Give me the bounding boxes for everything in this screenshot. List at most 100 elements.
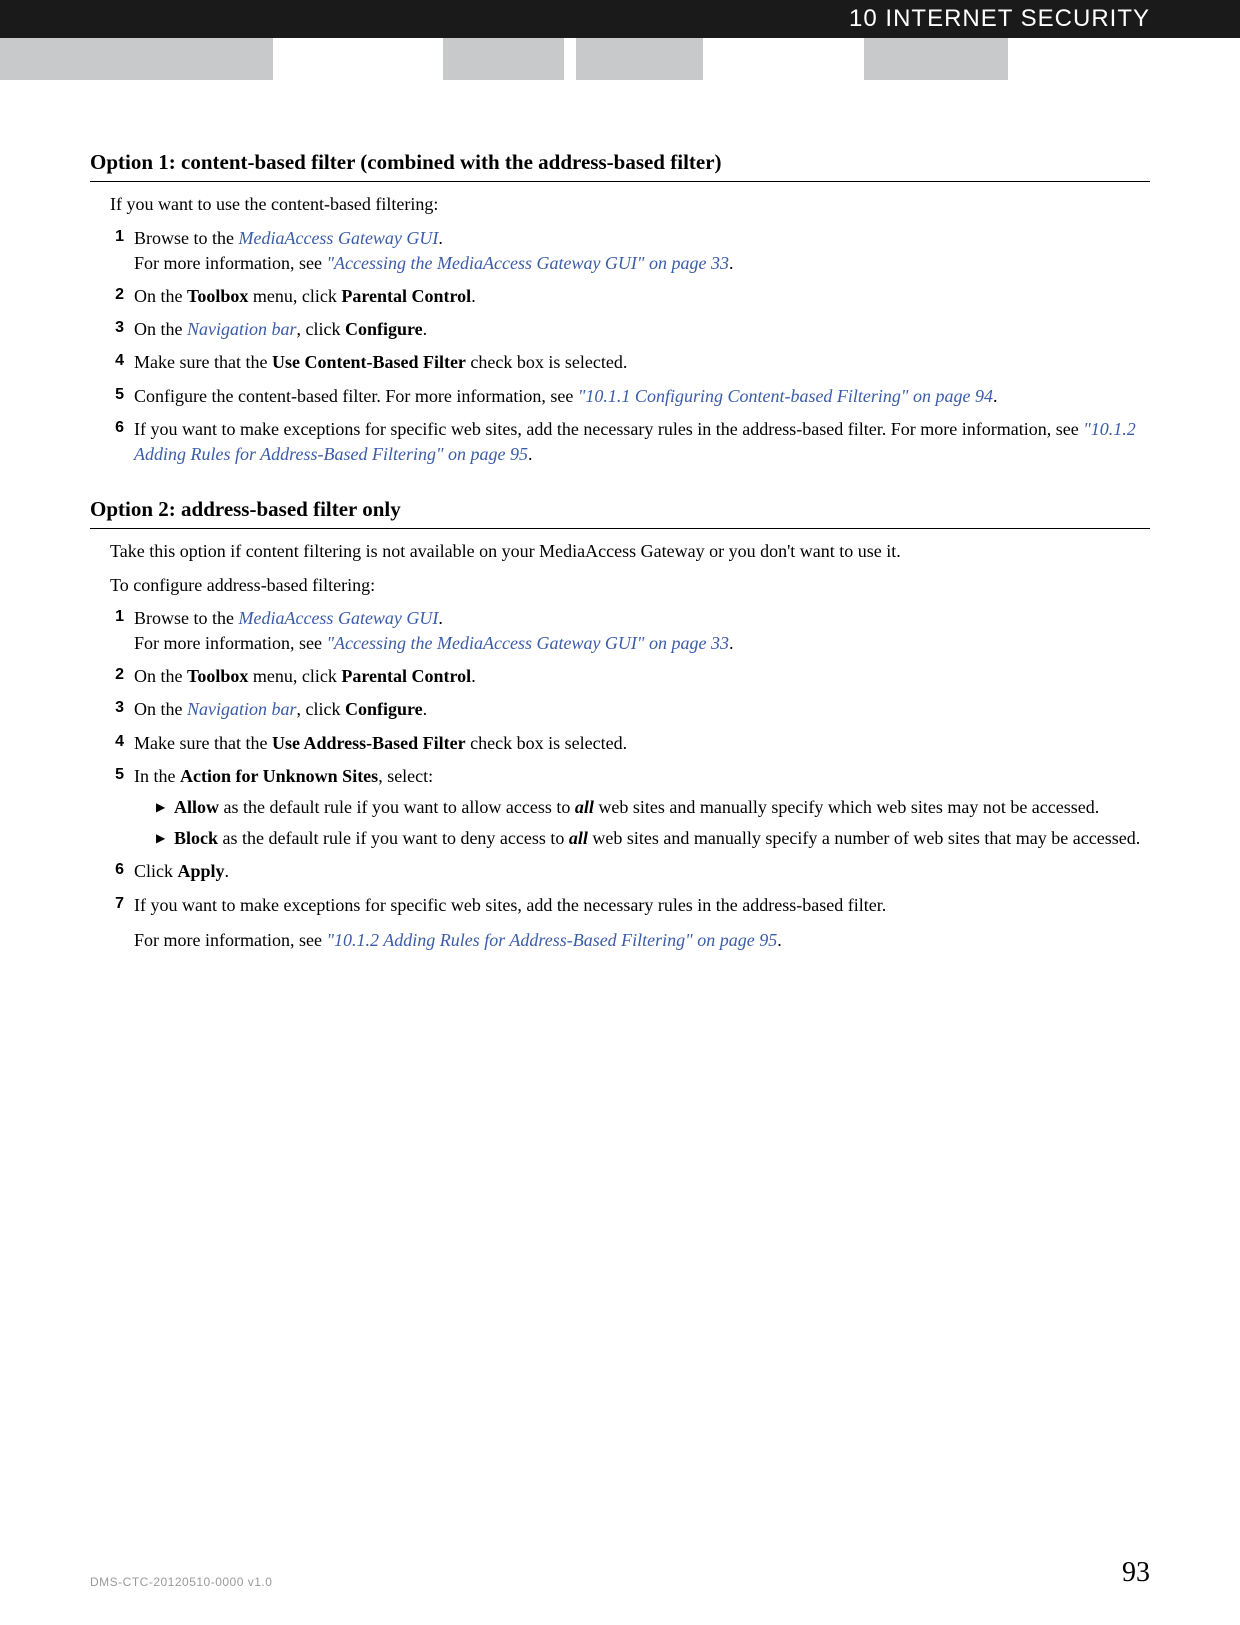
step-number: 6 xyxy=(110,417,134,467)
bold-text: Use Content-Based Filter xyxy=(272,352,466,372)
tab-strip xyxy=(0,38,1240,80)
text: . xyxy=(438,608,443,628)
option2-heading: Option 2: address-based filter only xyxy=(90,495,1150,529)
link-nav-bar[interactable]: Navigation bar xyxy=(187,319,297,339)
step-body: Make sure that the Use Address-Based Fil… xyxy=(134,731,1150,756)
text: , select: xyxy=(378,766,433,786)
sublist: ▶ Allow as the default rule if you want … xyxy=(156,795,1150,851)
option1-steps: 1 Browse to the MediaAccess Gateway GUI.… xyxy=(110,226,1150,468)
text: In the xyxy=(134,766,180,786)
document-id: DMS-CTC-20120510-0000 v1.0 xyxy=(90,1575,272,1589)
text: Make sure that the xyxy=(134,733,272,753)
text: menu, click xyxy=(248,666,341,686)
step-body: Browse to the MediaAccess Gateway GUI. F… xyxy=(134,226,1150,276)
bold-text: Configure xyxy=(345,699,423,719)
bold-text: Apply xyxy=(178,861,225,881)
bold-text: Toolbox xyxy=(187,666,248,686)
tab-block xyxy=(864,38,1008,80)
text: check box is selected. xyxy=(466,352,627,372)
page-header: 10 INTERNET SECURITY xyxy=(0,0,1240,38)
option2-intro2: To configure address-based filtering: xyxy=(110,573,1150,598)
list-item: 4 Make sure that the Use Address-Based F… xyxy=(110,731,1150,756)
step-number: 3 xyxy=(110,697,134,722)
list-item: 3 On the Navigation bar, click Configure… xyxy=(110,317,1150,342)
step-body: In the Action for Unknown Sites, select:… xyxy=(134,764,1150,852)
list-item: 6 If you want to make exceptions for spe… xyxy=(110,417,1150,467)
text: If you want to make exceptions for speci… xyxy=(134,419,1083,439)
bold-text: Use Address-Based Filter xyxy=(272,733,466,753)
text: For more information, see xyxy=(134,253,326,273)
bold-text: Toolbox xyxy=(187,286,248,306)
link-mediaaccess-gui[interactable]: MediaAccess Gateway GUI xyxy=(238,228,438,248)
link-content-filtering[interactable]: "10.1.1 Configuring Content-based Filter… xyxy=(578,386,993,406)
page-content: Option 1: content-based filter (combined… xyxy=(0,80,1240,953)
step-body: On the Navigation bar, click Configure. xyxy=(134,697,1150,722)
text: . xyxy=(993,386,998,406)
bold-text: Parental Control xyxy=(341,286,471,306)
list-item: 6 Click Apply. xyxy=(110,859,1150,884)
tab-block xyxy=(576,38,703,80)
text: Make sure that the xyxy=(134,352,272,372)
sublist-item: ▶ Block as the default rule if you want … xyxy=(156,826,1150,851)
bold-text: Block xyxy=(174,828,218,848)
text: , click xyxy=(297,699,345,719)
page-number: 93 xyxy=(1122,1557,1150,1589)
text: . xyxy=(471,666,476,686)
step-number: 7 xyxy=(110,893,134,953)
step-number: 4 xyxy=(110,731,134,756)
step-body: On the Toolbox menu, click Parental Cont… xyxy=(134,284,1150,309)
tab-gap xyxy=(703,38,864,80)
text: as the default rule if you want to deny … xyxy=(218,828,569,848)
sublist-item: ▶ Allow as the default rule if you want … xyxy=(156,795,1150,820)
text: , click xyxy=(297,319,345,339)
option1-intro: If you want to use the content-based fil… xyxy=(110,192,1150,217)
link-mediaaccess-gui[interactable]: MediaAccess Gateway GUI xyxy=(238,608,438,628)
tab-block xyxy=(134,38,273,80)
list-item: 4 Make sure that the Use Content-Based F… xyxy=(110,350,1150,375)
text: check box is selected. xyxy=(466,733,627,753)
tab-block xyxy=(443,38,564,80)
link-address-filtering[interactable]: "10.1.2 Adding Rules for Address-Based F… xyxy=(326,930,777,950)
list-item: 7 If you want to make exceptions for spe… xyxy=(110,893,1150,953)
option1-heading: Option 1: content-based filter (combined… xyxy=(90,148,1150,182)
step-body: Click Apply. xyxy=(134,859,1150,884)
text: For more information, see xyxy=(134,633,326,653)
bold-italic-text: all xyxy=(569,828,588,848)
text: . xyxy=(423,699,428,719)
step-body: On the Navigation bar, click Configure. xyxy=(134,317,1150,342)
step-number: 1 xyxy=(110,606,134,656)
link-accessing-gui[interactable]: "Accessing the MediaAccess Gateway GUI" … xyxy=(326,253,729,273)
list-item: 3 On the Navigation bar, click Configure… xyxy=(110,697,1150,722)
step-body: If you want to make exceptions for speci… xyxy=(134,417,1150,467)
text: Configure the content-based filter. For … xyxy=(134,386,578,406)
text: Browse to the xyxy=(134,608,238,628)
text: . xyxy=(438,228,443,248)
list-item: 2 On the Toolbox menu, click Parental Co… xyxy=(110,664,1150,689)
step-body: Configure the content-based filter. For … xyxy=(134,384,1150,409)
list-item: 2 On the Toolbox menu, click Parental Co… xyxy=(110,284,1150,309)
text: If you want to make exceptions for speci… xyxy=(134,895,886,915)
text: . xyxy=(729,253,734,273)
step-number: 4 xyxy=(110,350,134,375)
text: Click xyxy=(134,861,178,881)
bold-italic-text: all xyxy=(575,797,594,817)
page-footer: DMS-CTC-20120510-0000 v1.0 93 xyxy=(90,1557,1150,1589)
text: as the default rule if you want to allow… xyxy=(219,797,575,817)
step-number: 6 xyxy=(110,859,134,884)
step-number: 1 xyxy=(110,226,134,276)
link-nav-bar[interactable]: Navigation bar xyxy=(187,699,297,719)
bold-text: Allow xyxy=(174,797,219,817)
text: . xyxy=(528,444,533,464)
option2-steps: 1 Browse to the MediaAccess Gateway GUI.… xyxy=(110,606,1150,953)
text: For more information, see xyxy=(134,930,326,950)
link-accessing-gui[interactable]: "Accessing the MediaAccess Gateway GUI" … xyxy=(326,633,729,653)
list-item: 1 Browse to the MediaAccess Gateway GUI.… xyxy=(110,606,1150,656)
text: . xyxy=(423,319,428,339)
step-body: Browse to the MediaAccess Gateway GUI. F… xyxy=(134,606,1150,656)
text: menu, click xyxy=(248,286,341,306)
bold-text: Parental Control xyxy=(341,666,471,686)
step-number: 2 xyxy=(110,284,134,309)
step-number: 5 xyxy=(110,384,134,409)
step-body: On the Toolbox menu, click Parental Cont… xyxy=(134,664,1150,689)
step-number: 3 xyxy=(110,317,134,342)
